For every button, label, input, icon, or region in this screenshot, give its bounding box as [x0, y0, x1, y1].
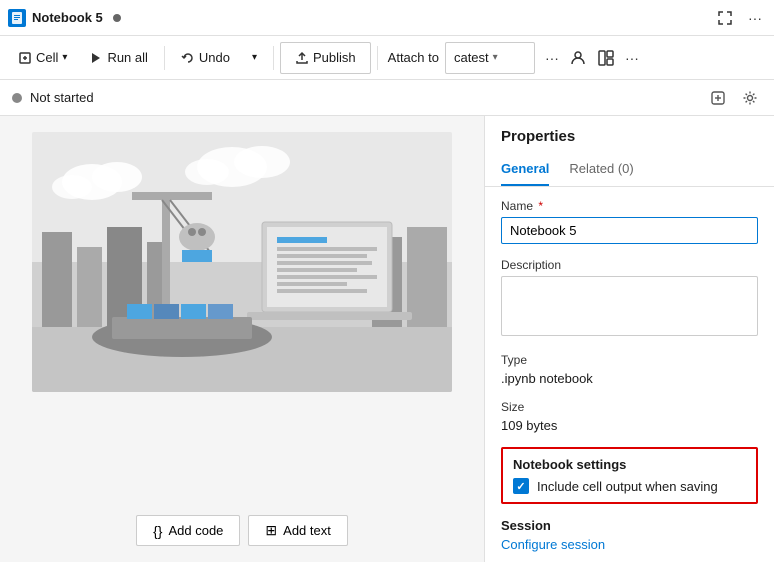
notebook-title: Notebook 5 — [32, 10, 103, 25]
settings-title: Notebook settings — [513, 457, 746, 472]
title-bar-right: ··· — [714, 6, 766, 30]
description-textarea[interactable] — [501, 276, 758, 336]
undo-dropdown[interactable]: ▾ — [242, 42, 267, 74]
cell-chevron: ▾ — [62, 52, 67, 63]
properties-body: Name * Description Type .ipynb notebook … — [485, 187, 774, 562]
toolbar: Cell ▾ Run all Undo ▾ Publish Attach to … — [0, 36, 774, 80]
size-field-group: Size 109 bytes — [501, 400, 758, 433]
toolbar-separator-2 — [273, 46, 274, 70]
publish-label: Publish — [313, 50, 356, 65]
tab-related[interactable]: Related (0) — [569, 153, 633, 186]
description-field-group: Description — [501, 258, 758, 339]
add-code-label: Add code — [168, 523, 223, 538]
more-options-button[interactable]: ··· — [744, 6, 766, 30]
add-text-button[interactable]: ⊞ Add text — [248, 515, 347, 546]
notebook-icon — [8, 9, 26, 27]
toolbar-separator-3 — [377, 46, 378, 70]
attach-value: catest — [454, 50, 489, 65]
notebook-settings-section: Notebook settings ✓ Include cell output … — [501, 447, 758, 504]
action-buttons: {} Add code ⊞ Add text — [136, 515, 348, 546]
description-label: Description — [501, 258, 758, 272]
add-code-button[interactable]: {} Add code — [136, 515, 240, 546]
type-field-group: Type .ipynb notebook — [501, 353, 758, 386]
cell-label: Cell — [36, 50, 58, 65]
size-label: Size — [501, 400, 758, 414]
status-gear-button[interactable] — [738, 86, 762, 110]
status-left: Not started — [12, 90, 94, 105]
name-input[interactable] — [501, 217, 758, 244]
include-output-label[interactable]: Include cell output when saving — [537, 479, 718, 494]
attach-chevron: ▾ — [493, 52, 498, 63]
properties-panel: Properties General Related (0) Name * De… — [484, 116, 774, 562]
configure-session-link[interactable]: Configure session — [501, 537, 605, 552]
checkbox-check-icon: ✓ — [516, 480, 525, 493]
status-right — [706, 86, 762, 110]
title-bar: Notebook 5 ··· — [0, 0, 774, 36]
toolbar-person-button[interactable] — [565, 45, 591, 71]
status-settings-button[interactable] — [706, 86, 730, 110]
title-bar-left: Notebook 5 — [8, 9, 121, 27]
run-all-label: Run all — [107, 50, 147, 65]
properties-tabs: General Related (0) — [485, 153, 774, 187]
size-value: 109 bytes — [501, 418, 758, 433]
session-section: Session Configure session — [501, 518, 758, 552]
attach-to-label: Attach to — [388, 50, 439, 65]
toolbar-dots-button[interactable]: ··· — [621, 46, 643, 70]
include-output-checkbox[interactable]: ✓ — [513, 478, 529, 494]
attach-select[interactable]: catest ▾ — [445, 42, 535, 74]
type-label: Type — [501, 353, 758, 367]
toolbar-more-button[interactable]: ··· — [541, 46, 563, 70]
status-dot — [12, 93, 22, 103]
run-all-button[interactable]: Run all — [79, 42, 157, 74]
main-content: {} Add code ⊞ Add text Properties Genera… — [0, 116, 774, 562]
expand-button[interactable] — [714, 7, 736, 29]
unsaved-indicator — [113, 14, 121, 22]
name-field-group: Name * — [501, 199, 758, 244]
type-value: .ipynb notebook — [501, 371, 758, 386]
name-required: * — [538, 199, 543, 213]
publish-button[interactable]: Publish — [280, 42, 371, 74]
add-code-icon: {} — [153, 523, 162, 539]
canvas-area: {} Add code ⊞ Add text — [0, 116, 484, 562]
cell-button[interactable]: Cell ▾ — [8, 42, 77, 74]
include-output-row: ✓ Include cell output when saving — [513, 478, 746, 494]
toolbar-layout-button[interactable] — [593, 45, 619, 71]
properties-header: Properties — [485, 116, 774, 153]
session-title: Session — [501, 518, 758, 533]
add-text-icon: ⊞ — [265, 522, 277, 539]
toolbar-separator-1 — [164, 46, 165, 70]
add-text-label: Add text — [283, 523, 331, 538]
notebook-illustration — [32, 132, 452, 392]
undo-label: Undo — [199, 50, 230, 65]
status-label: Not started — [30, 90, 94, 105]
tab-general[interactable]: General — [501, 153, 549, 186]
status-bar: Not started — [0, 80, 774, 116]
name-label: Name * — [501, 199, 758, 213]
undo-button[interactable]: Undo — [171, 42, 240, 74]
